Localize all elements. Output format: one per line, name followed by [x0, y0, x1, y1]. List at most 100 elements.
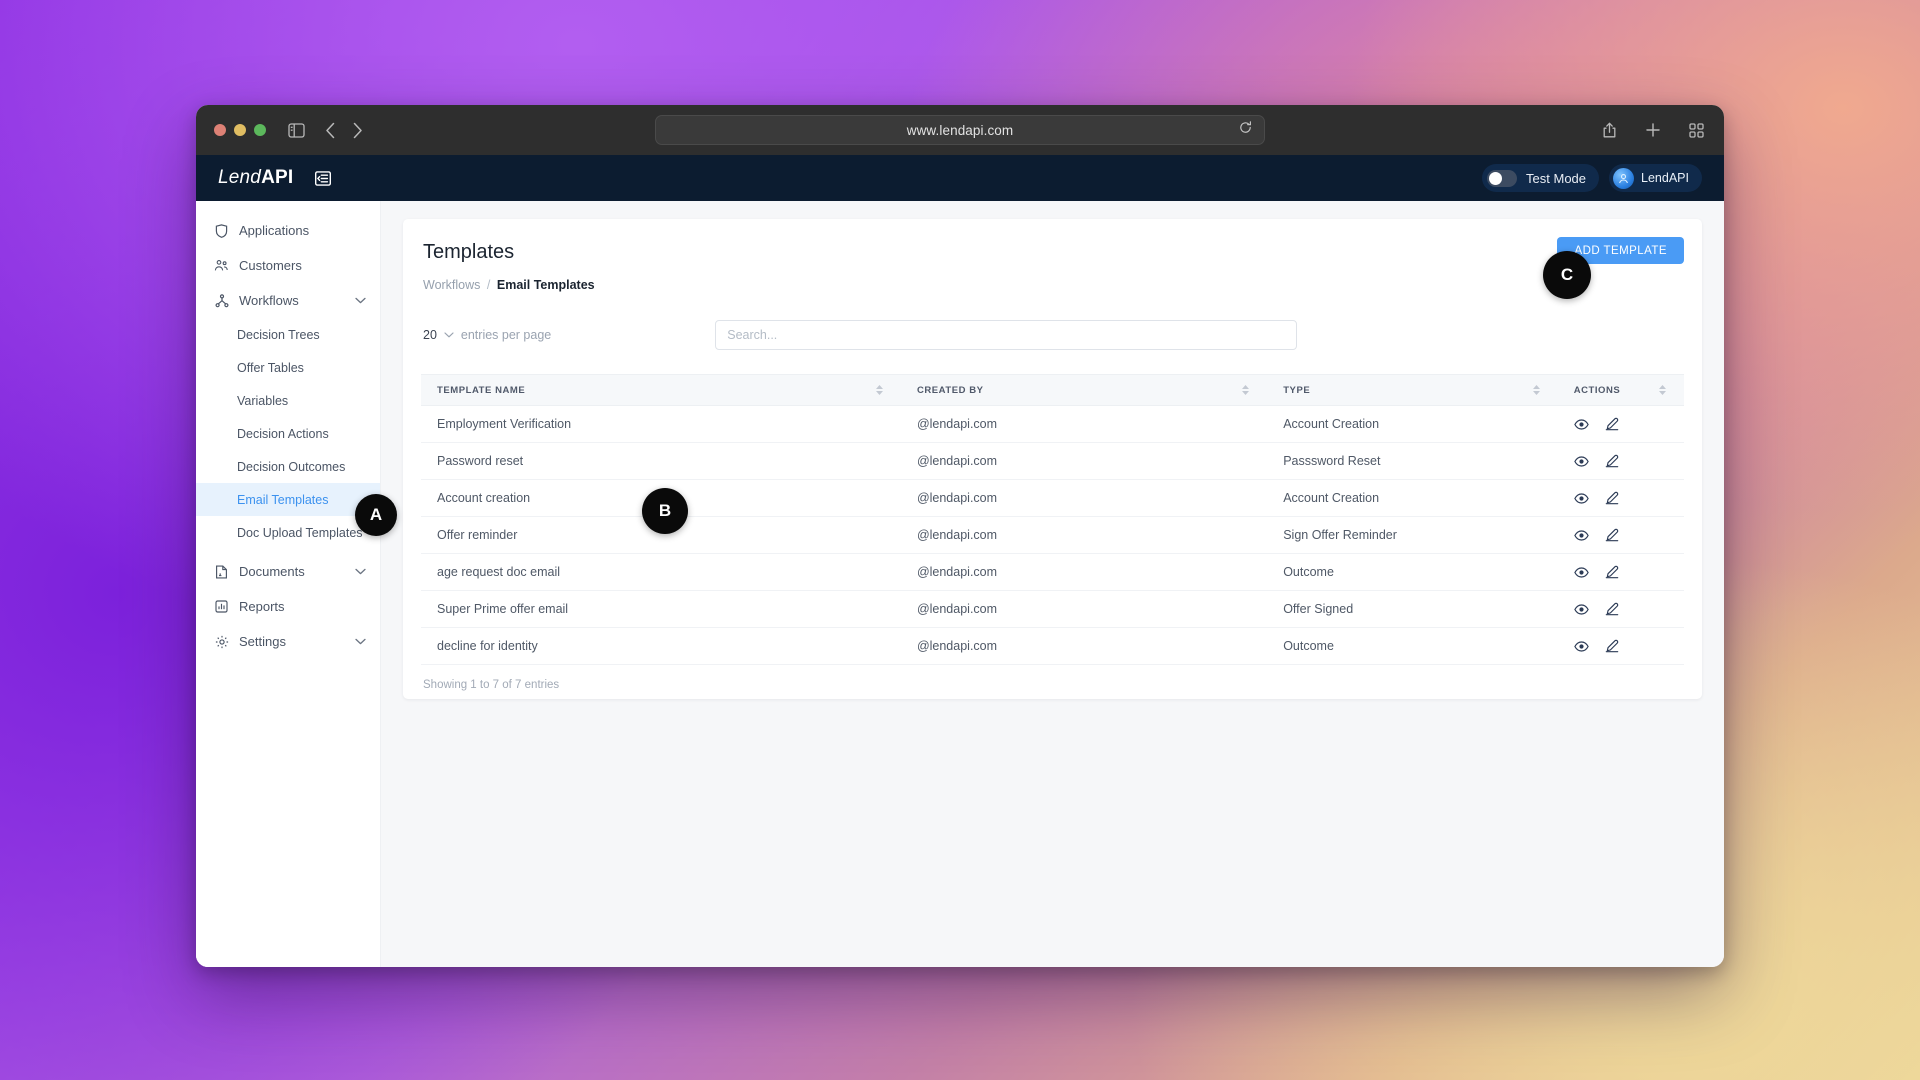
table-row[interactable]: Employment Verification @lendapi.com Accou… [421, 405, 1684, 443]
sidebar-item-label: Decision Outcomes [237, 459, 346, 474]
org-chip[interactable]: LendAPI [1609, 164, 1702, 192]
table-row[interactable]: Account creation @lendapi.com Account Crea… [421, 479, 1684, 517]
app-logo[interactable]: LendAPI [218, 167, 293, 189]
table-row[interactable]: Super Prime offer email @lendapi.com Offer… [421, 590, 1684, 628]
search-input[interactable] [715, 320, 1298, 350]
test-mode-toggle[interactable]: Test Mode [1482, 164, 1600, 192]
app-body: Applications Customers Workflows Decisio… [196, 201, 1724, 967]
pencil-edit-icon[interactable] [1605, 417, 1619, 431]
annotation-badge-c: C [1543, 251, 1591, 299]
url-text: www.lendapi.com [906, 122, 1014, 138]
sidebar-toggle-icon[interactable] [288, 122, 305, 138]
close-window-button[interactable] [214, 124, 226, 136]
sidebar-item-documents[interactable]: Documents [196, 554, 380, 589]
sidebar-item-label: Documents [239, 564, 305, 579]
browser-nav-arrows [325, 122, 363, 139]
forward-arrow-icon[interactable] [352, 122, 363, 139]
sidebar-item-email-templates[interactable]: Email Templates [196, 483, 380, 516]
sidebar-item-doc-upload-templates[interactable]: Doc Upload Templates [196, 516, 380, 549]
main-content: Templates Workflows / Email Templates AD… [381, 201, 1724, 967]
browser-window: www.lendapi.com LendAPI Test Mode LendAP… [196, 105, 1724, 967]
chevron-down-icon[interactable] [355, 568, 366, 575]
sidebar-item-label: Decision Trees [237, 327, 320, 342]
menu-collapse-icon[interactable] [315, 170, 332, 186]
app-shell: LendAPI Test Mode LendAPI Applications C… [196, 155, 1724, 967]
sidebar-item-reports[interactable]: Reports [196, 589, 380, 624]
column-header-created-by[interactable]: CREATED BY [900, 374, 1268, 406]
column-header-label: ACTIONS [1573, 384, 1621, 396]
sidebar-item-decision-actions[interactable]: Decision Actions [196, 417, 380, 450]
chevron-down-icon[interactable] [355, 638, 366, 645]
table-row[interactable]: age request doc email @lendapi.com Outcome [421, 553, 1684, 591]
sidebar-item-offer-tables[interactable]: Offer Tables [196, 351, 380, 384]
column-header-type[interactable]: TYPE [1267, 374, 1558, 406]
cell-type: Account Creation [1267, 405, 1558, 443]
eye-icon[interactable] [1573, 640, 1589, 653]
sidebar-item-label: Variables [237, 393, 289, 408]
templates-card: Templates Workflows / Email Templates AD… [403, 219, 1702, 699]
back-arrow-icon[interactable] [325, 122, 336, 139]
page-title: Templates [423, 241, 515, 263]
reload-icon[interactable] [1239, 121, 1252, 139]
breadcrumb-parent[interactable]: Workflows [423, 278, 480, 292]
eye-icon[interactable] [1573, 418, 1589, 431]
column-header-label: TEMPLATE NAME [437, 384, 526, 396]
cell-type: Offer Signed [1267, 590, 1558, 628]
entries-per-page-select[interactable]: 20 entries per page [423, 328, 551, 342]
org-name-label: LendAPI [1641, 171, 1689, 185]
cell-type: Outcome [1267, 553, 1558, 591]
sort-icon[interactable] [1532, 385, 1540, 395]
table-row[interactable]: Password reset @lendapi.com Passsword Rese… [421, 442, 1684, 480]
eye-icon[interactable] [1573, 603, 1589, 616]
templates-table: TEMPLATE NAME CREATED BY TYPE ACTIONS Em… [421, 374, 1684, 665]
eye-icon[interactable] [1573, 566, 1589, 579]
pencil-edit-icon[interactable] [1605, 602, 1619, 616]
table-footer-count: Showing 1 to 7 of 7 entries [423, 679, 560, 691]
cell-created-by: @lendapi.com [900, 405, 1268, 443]
minimize-window-button[interactable] [234, 124, 246, 136]
reports-icon [214, 599, 229, 614]
plus-icon[interactable] [1645, 122, 1661, 138]
sidebar-item-applications[interactable]: Applications [196, 213, 380, 248]
test-mode-switch[interactable] [1487, 169, 1518, 187]
maximize-window-button[interactable] [254, 124, 266, 136]
sidebar-item-label: Reports [239, 599, 285, 614]
table-row[interactable]: Offer reminder @lendapi.com Sign Offer Rem… [421, 516, 1684, 554]
sort-icon[interactable] [1659, 385, 1666, 395]
workflows-icon [214, 293, 229, 308]
sidebar-item-customers[interactable]: Customers [196, 248, 380, 283]
pencil-edit-icon[interactable] [1605, 454, 1619, 468]
eye-icon[interactable] [1573, 455, 1589, 468]
sidebar-item-decision-outcomes[interactable]: Decision Outcomes [196, 450, 380, 483]
pencil-edit-icon[interactable] [1605, 639, 1619, 653]
sidebar-item-label: Workflows [239, 293, 299, 308]
table-header-row: TEMPLATE NAME CREATED BY TYPE ACTIONS [421, 374, 1684, 406]
grid-icon[interactable] [1689, 122, 1704, 138]
sidebar-item-label: Decision Actions [237, 426, 329, 441]
column-header-template-name[interactable]: TEMPLATE NAME [421, 374, 901, 406]
sidebar-item-workflows[interactable]: Workflows [196, 283, 380, 318]
app-header: LendAPI Test Mode LendAPI [196, 155, 1724, 201]
cell-actions [1557, 590, 1684, 628]
pencil-edit-icon[interactable] [1605, 565, 1619, 579]
cell-created-by: @lendapi.com [900, 442, 1268, 480]
browser-toolbar-actions [1602, 122, 1704, 139]
chevron-down-icon[interactable] [355, 297, 366, 304]
chevron-down-icon[interactable] [444, 332, 454, 338]
table-row[interactable]: decline for identity @lendapi.com Outcome [421, 627, 1684, 665]
eye-icon[interactable] [1573, 492, 1589, 505]
sidebar-item-variables[interactable]: Variables [196, 384, 380, 417]
sidebar-item-settings[interactable]: Settings [196, 624, 380, 659]
pencil-edit-icon[interactable] [1605, 491, 1619, 505]
sidebar-item-decision-trees[interactable]: Decision Trees [196, 318, 380, 351]
pencil-edit-icon[interactable] [1605, 528, 1619, 542]
cell-template-name: Employment Verification [421, 405, 901, 443]
eye-icon[interactable] [1573, 529, 1589, 542]
address-bar[interactable]: www.lendapi.com [655, 115, 1265, 145]
sort-icon[interactable] [1242, 385, 1250, 395]
sort-icon[interactable] [875, 385, 883, 395]
share-icon[interactable] [1602, 122, 1617, 139]
column-header-actions[interactable]: ACTIONS [1557, 374, 1684, 406]
column-header-label: CREATED BY [916, 384, 984, 396]
cell-created-by: @lendapi.com [900, 590, 1268, 628]
